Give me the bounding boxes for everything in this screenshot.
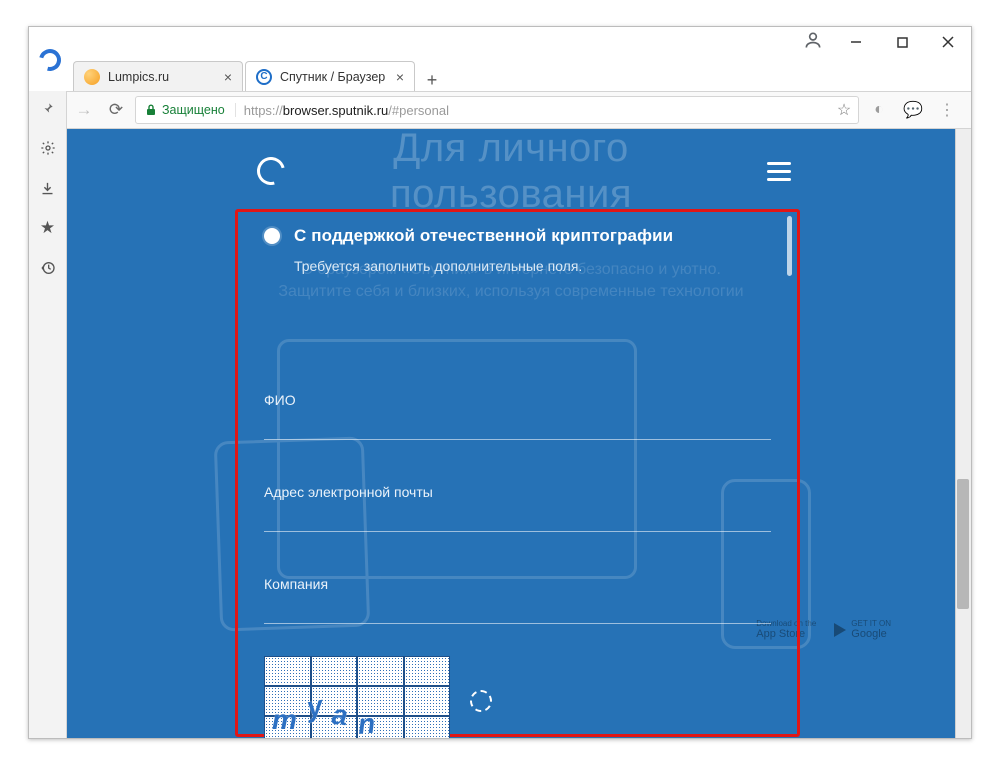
company-input[interactable] xyxy=(264,598,771,624)
company-label: Компания xyxy=(264,576,771,592)
page-scrollbar-thumb[interactable] xyxy=(957,479,969,609)
tab-close-icon[interactable]: × xyxy=(224,69,232,85)
page-header xyxy=(257,157,791,185)
side-panel: ★ xyxy=(29,91,67,738)
crypto-option-row[interactable]: С поддержкой отечественной криптографии xyxy=(264,226,771,246)
page-viewport: Для личного пользования С браузером «Спу… xyxy=(67,129,971,738)
tab-close-icon[interactable]: × xyxy=(396,69,404,85)
tab-sputnik[interactable]: C Спутник / Браузер × xyxy=(245,61,415,91)
googleplay-badge[interactable]: GET IT ON Google xyxy=(834,619,891,640)
bookmark-star-icon[interactable]: ☆ xyxy=(830,100,858,120)
browser-home-icon[interactable] xyxy=(33,43,67,77)
titlebar xyxy=(29,27,971,57)
email-label: Адрес электронной почты xyxy=(264,484,771,500)
toolbar: ← → ⟳ Защищено https://browser.sputnik.r… xyxy=(29,91,971,129)
tab-lumpics[interactable]: Lumpics.ru × xyxy=(73,61,243,91)
captcha-image: myan xyxy=(264,656,450,738)
url-text: https://browser.sputnik.ru/#personal xyxy=(236,103,830,118)
secure-badge[interactable]: Защищено xyxy=(136,103,236,117)
downloads-icon[interactable] xyxy=(39,179,57,197)
browser-window: Lumpics.ru × C Спутник / Браузер × + ← →… xyxy=(28,26,972,739)
crypto-option-desc: Требуется заполнить дополнительные поля. xyxy=(294,258,771,274)
tab-label: Спутник / Браузер xyxy=(280,70,388,84)
crypto-form-region: С поддержкой отечественной криптографии … xyxy=(235,209,800,737)
account-icon[interactable] xyxy=(803,30,823,55)
favicon-icon xyxy=(84,69,100,85)
page-scrollbar-track[interactable] xyxy=(955,129,971,738)
reload-button[interactable]: ⟳ xyxy=(103,97,129,123)
captcha-reload-icon[interactable] xyxy=(470,690,492,712)
lock-icon xyxy=(146,104,156,116)
fio-input[interactable] xyxy=(264,414,771,440)
window-close-button[interactable] xyxy=(925,27,971,57)
tab-label: Lumpics.ru xyxy=(108,70,216,84)
history-icon[interactable] xyxy=(39,259,57,277)
sputnik-logo-icon[interactable] xyxy=(252,152,290,190)
forward-button[interactable]: → xyxy=(71,97,97,123)
radio-selected-icon[interactable] xyxy=(264,228,280,244)
tabstrip: Lumpics.ru × C Спутник / Браузер × + xyxy=(29,57,971,91)
address-bar[interactable]: Защищено https://browser.sputnik.ru/#per… xyxy=(135,96,859,124)
fio-label: ФИО xyxy=(264,392,771,408)
crypto-option-title: С поддержкой отечественной криптографии xyxy=(294,226,673,246)
bookmarks-icon[interactable]: ★ xyxy=(39,219,57,237)
favicon-icon: C xyxy=(256,69,272,85)
extension-icon[interactable]: ◐ xyxy=(865,96,893,124)
settings-icon[interactable] xyxy=(39,139,57,157)
window-minimize-button[interactable] xyxy=(833,27,879,57)
new-tab-button[interactable]: + xyxy=(419,69,445,91)
secure-label: Защищено xyxy=(162,103,225,117)
window-maximize-button[interactable] xyxy=(879,27,925,57)
menu-icon[interactable]: ⋮ xyxy=(933,96,961,124)
play-icon xyxy=(834,623,846,637)
hamburger-menu-icon[interactable] xyxy=(767,162,791,181)
pin-icon[interactable] xyxy=(39,99,57,117)
chat-icon[interactable]: 💬 xyxy=(899,96,927,124)
email-input[interactable] xyxy=(264,506,771,532)
